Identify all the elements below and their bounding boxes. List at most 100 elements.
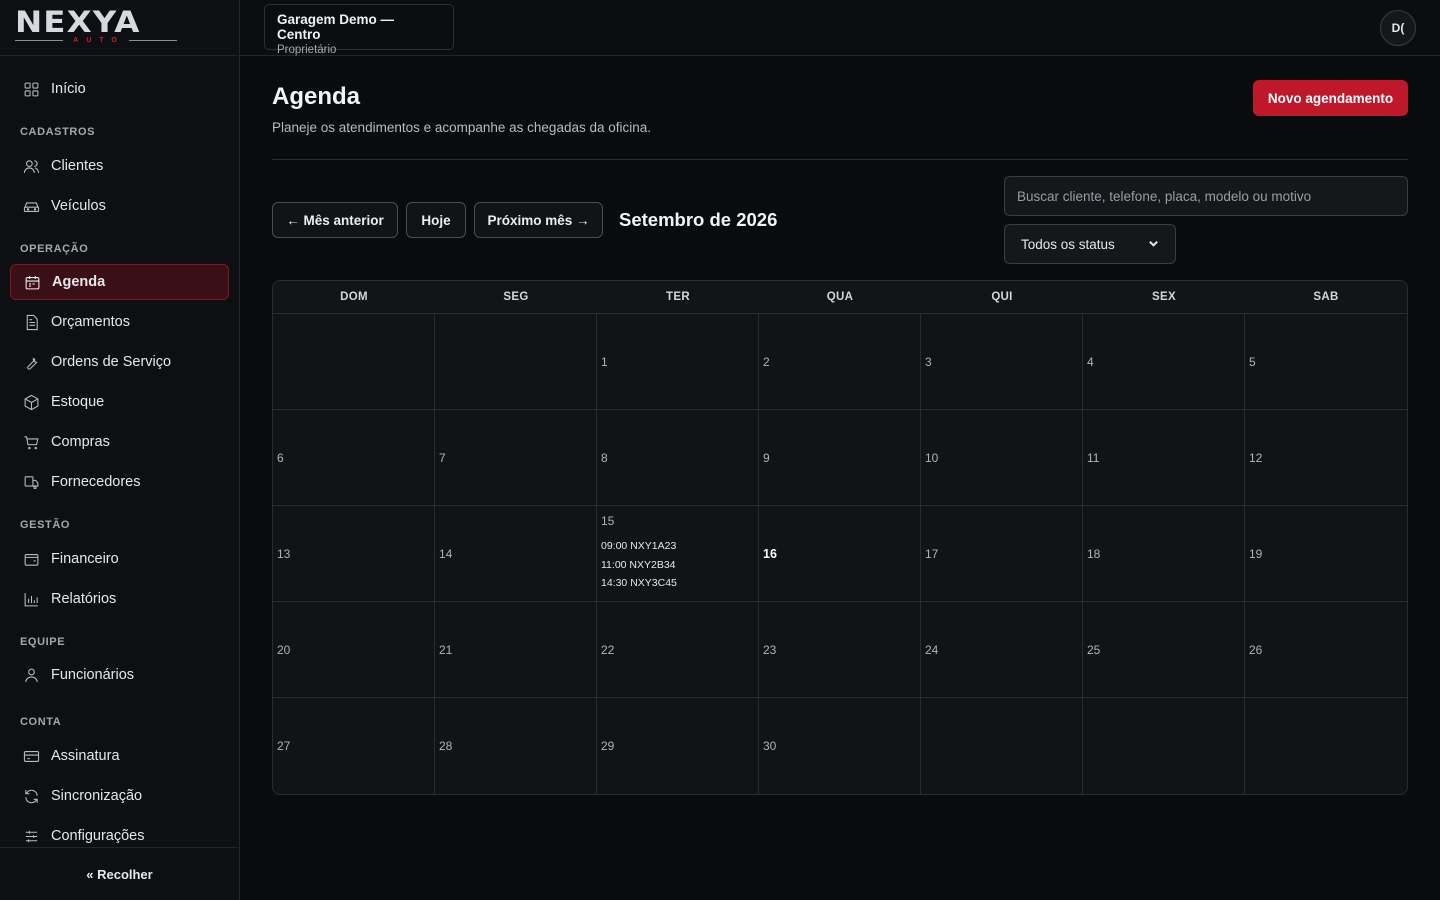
calendar-day-cell[interactable]: 16 <box>759 506 921 602</box>
calendar-day-cell[interactable]: 2 <box>759 314 921 410</box>
sidebar-item-orcamentos[interactable]: Orçamentos <box>10 304 229 340</box>
sliders-icon <box>23 828 40 845</box>
calendar-empty-cell <box>435 314 597 410</box>
sidebar-item-clientes[interactable]: Clientes <box>10 148 229 184</box>
sidebar-item-ordens[interactable]: Ordens de Serviço <box>10 344 229 380</box>
sync-icon <box>23 788 40 805</box>
calendar-empty-cell <box>273 314 435 410</box>
sidebar-item-label: Relatórios <box>51 591 117 607</box>
box-icon <box>23 394 40 411</box>
calendar-day-cell[interactable]: 7 <box>435 410 597 506</box>
sidebar-item-financeiro[interactable]: Financeiro <box>10 541 229 577</box>
sidebar-item-label: Ordens de Serviço <box>51 354 172 370</box>
sidebar-item-relatorios[interactable]: Relatórios <box>10 581 229 617</box>
prev-month-button[interactable]: ← Mês anterior <box>272 202 398 238</box>
calendar: DOM SEG TER QUA QUI SEX SAB 1 2 3 4 5 6 7 8 9 10 1… <box>272 280 1408 795</box>
calendar-day-cell[interactable]: 29 <box>597 698 759 794</box>
section-cadastros: CADASTROS <box>20 126 96 138</box>
calendar-day-cell[interactable]: 15 09:00 NXY1A23 11:00 NXY2B34 14:30 NXY3C4… <box>597 506 759 602</box>
calendar-day-cell[interactable]: 1 <box>597 314 759 410</box>
calendar-day-cell[interactable]: 4 <box>1083 314 1245 410</box>
calendar-event[interactable]: 14:30 NXY3C45 <box>601 574 758 593</box>
calendar-event[interactable]: 09:00 NXY1A23 <box>601 537 758 556</box>
calendar-day-cell[interactable]: 21 <box>435 602 597 698</box>
sidebar-item-funcionarios[interactable]: Funcionários <box>10 657 229 693</box>
calendar-day-cell[interactable]: 30 <box>759 698 921 794</box>
wallet-icon <box>23 551 40 568</box>
section-equipe: EQUIPE <box>20 636 66 648</box>
calendar-day-cell[interactable]: 10 <box>921 410 1083 506</box>
day-number: 28 <box>439 739 453 753</box>
sidebar: NEXYA AUTO Início CADASTROS Clientes Veí… <box>0 0 240 900</box>
day-number: 27 <box>277 739 291 753</box>
calendar-day-cell[interactable]: 12 <box>1245 410 1407 506</box>
calendar-day-cell[interactable]: 5 <box>1245 314 1407 410</box>
section-gestao: GESTÃO <box>20 519 71 531</box>
document-icon <box>23 314 40 331</box>
calendar-day-cell[interactable]: 8 <box>597 410 759 506</box>
bar-chart-icon <box>23 591 40 608</box>
sidebar-item-label: Funcionários <box>51 667 135 683</box>
calendar-day-cell[interactable]: 23 <box>759 602 921 698</box>
calendar-event[interactable]: 11:00 NXY2B34 <box>601 556 758 575</box>
day-number: 12 <box>1249 450 1263 465</box>
calendar-day-cell[interactable]: 27 <box>273 698 435 794</box>
day-number: 8 <box>601 450 608 465</box>
day-number: 2 <box>763 354 770 369</box>
day-number: 4 <box>1087 354 1094 369</box>
day-number: 10 <box>925 450 939 465</box>
calendar-day-cell[interactable]: 26 <box>1245 602 1407 698</box>
calendar-day-cell[interactable]: 14 <box>435 506 597 602</box>
day-number: 16 <box>763 546 777 561</box>
wrench-icon <box>23 354 40 371</box>
today-button[interactable]: Hoje <box>406 202 466 238</box>
sidebar-item-compras[interactable]: Compras <box>10 424 229 460</box>
calendar-day-cell[interactable]: 20 <box>273 602 435 698</box>
sidebar-item-veiculos[interactable]: Veículos <box>10 188 229 224</box>
calendar-day-cell[interactable]: 22 <box>597 602 759 698</box>
calendar-day-cell[interactable]: 17 <box>921 506 1083 602</box>
collapse-sidebar-button[interactable]: « Recolher <box>0 847 239 900</box>
calendar-day-cell[interactable]: 28 <box>435 698 597 794</box>
weekday-label: DOM <box>340 291 368 303</box>
calendar-day-cell[interactable]: 9 <box>759 410 921 506</box>
sidebar-item-label: Financeiro <box>51 551 119 567</box>
day-number: 7 <box>439 450 446 465</box>
day-number: 19 <box>1249 546 1263 561</box>
section-operacao: OPERAÇÃO <box>20 243 89 255</box>
calendar-day-cell[interactable]: 3 <box>921 314 1083 410</box>
cart-icon <box>23 434 40 451</box>
weekday-label: TER <box>666 291 690 303</box>
calendar-day-cell[interactable]: 11 <box>1083 410 1245 506</box>
weekday-label: SEG <box>503 291 529 303</box>
weekday-label: QUA <box>826 291 854 303</box>
calendar-day-cell[interactable]: 19 <box>1245 506 1407 602</box>
calendar-day-cell[interactable]: 6 <box>273 410 435 506</box>
new-appointment-button[interactable]: Novo agendamento <box>1253 80 1408 116</box>
sidebar-item-assinatura[interactable]: Assinatura <box>10 738 229 774</box>
next-month-button[interactable]: Próximo mês → <box>474 202 603 238</box>
sidebar-item-estoque[interactable]: Estoque <box>10 384 229 420</box>
calendar-day-cell[interactable]: 18 <box>1083 506 1245 602</box>
divider <box>272 159 1408 160</box>
calendar-day-cell[interactable]: 25 <box>1083 602 1245 698</box>
day-number: 30 <box>763 739 777 753</box>
calendar-empty-cell <box>921 698 1083 794</box>
sidebar-item-sincronizacao[interactable]: Sincronização <box>10 778 229 814</box>
status-filter-select[interactable]: Todos os status <box>1004 224 1176 264</box>
day-number: 11 <box>1087 450 1100 465</box>
avatar[interactable]: D( <box>1380 10 1416 46</box>
day-number: 9 <box>763 450 770 465</box>
calendar-day-cell[interactable]: 24 <box>921 602 1083 698</box>
sidebar-item-inicio[interactable]: Início <box>10 71 229 107</box>
brand-logo[interactable]: NEXYA AUTO <box>15 8 177 44</box>
workspace-name: Garagem Demo — Centro <box>277 12 395 42</box>
weekday-label: SEX <box>1152 291 1176 303</box>
sidebar-item-fornecedores[interactable]: Fornecedores <box>10 464 229 500</box>
search-input[interactable] <box>1004 176 1408 216</box>
day-number: 14 <box>439 546 453 561</box>
calendar-day-cell[interactable]: 13 <box>273 506 435 602</box>
sidebar-item-agenda[interactable]: Agenda <box>10 264 229 300</box>
workspace-switcher[interactable]: Garagem Demo — Centro Proprietário <box>264 4 454 56</box>
day-number: 29 <box>601 739 615 753</box>
